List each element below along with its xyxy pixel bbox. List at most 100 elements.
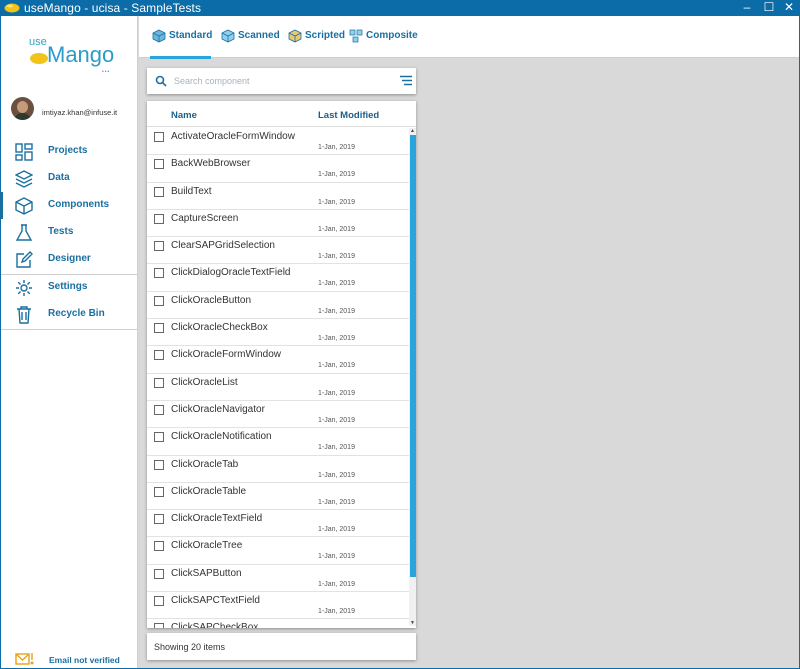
logo-name: Mango (47, 42, 115, 67)
last-modified-date: 1-Jan, 2019 (318, 471, 355, 479)
last-modified-date: 1-Jan, 2019 (318, 444, 355, 452)
row-checkbox[interactable] (154, 541, 164, 552)
list-item[interactable]: ClickSAPCTextField 1-Jan, 2019 (147, 592, 409, 620)
sidebar-item-designer[interactable]: Designer (1, 246, 138, 273)
last-modified-date: 1-Jan, 2019 (318, 335, 355, 343)
last-modified-date: 1-Jan, 2019 (318, 580, 355, 588)
sidebar: use Mango ••• imtiyaz.khan@infuse.it Pro… (0, 16, 138, 668)
user-profile[interactable]: imtiyaz.khan@infuse.it (11, 97, 136, 121)
row-checkbox[interactable] (154, 186, 164, 197)
column-header-last-modified[interactable]: Last Modified (318, 110, 379, 121)
row-checkbox[interactable] (154, 459, 164, 470)
list-item[interactable]: ClickSAPCheckBox (147, 619, 409, 628)
sidebar-divider (1, 329, 138, 330)
row-checkbox[interactable] (154, 486, 164, 497)
row-checkbox[interactable] (154, 623, 164, 628)
sidebar-item-recycle-bin[interactable]: Recycle Bin (1, 301, 138, 328)
row-checkbox[interactable] (154, 268, 164, 279)
sidebar-item-label: Tests (48, 226, 74, 237)
list-item[interactable]: BuildText 1-Jan, 2019 (147, 183, 409, 210)
logo-dots: ••• (102, 69, 111, 75)
email-verification-status[interactable]: Email not verified (15, 652, 135, 668)
component-name: ClickSAPButton (171, 567, 242, 579)
component-name: ClickOracleTextField (171, 513, 263, 525)
component-name: BackWebBrowser (171, 158, 251, 170)
row-checkbox[interactable] (154, 295, 164, 306)
last-modified-date: 1-Jan, 2019 (318, 307, 355, 315)
row-checkbox[interactable] (154, 213, 164, 224)
list-item[interactable]: ClickOracleTextField 1-Jan, 2019 (147, 510, 409, 538)
row-checkbox[interactable] (154, 404, 164, 415)
sidebar-item-settings[interactable]: Settings (1, 274, 138, 301)
logo-mango-shape (30, 53, 48, 64)
component-name: ClickOracleButton (171, 294, 252, 306)
list-item[interactable]: ClickOracleCheckBox 1-Jan, 2019 (147, 319, 409, 347)
sidebar-item-components[interactable]: Components (0, 192, 138, 219)
minimize-button[interactable]: – (736, 0, 758, 16)
list-footer: Showing 20 items (147, 633, 416, 660)
edit-icon (16, 251, 33, 268)
list-header: Name Last Modified (147, 101, 416, 127)
component-name: ClickOracleNavigator (171, 403, 265, 415)
email-status-label: Email not verified (49, 655, 120, 665)
row-checkbox[interactable] (154, 514, 164, 525)
sidebar-item-label: Settings (48, 281, 88, 292)
list-item[interactable]: ClickDialogOracleTextField 1-Jan, 2019 (147, 264, 409, 292)
sidebar-item-label: Designer (48, 253, 91, 264)
scroll-down-arrow-icon[interactable]: ▼ (409, 620, 416, 626)
usemango-logo[interactable]: use Mango ••• (29, 36, 119, 75)
list-item[interactable]: ClickOracleTab 1-Jan, 2019 (147, 456, 409, 483)
search-bar (147, 68, 416, 94)
sidebar-item-label: Data (48, 172, 70, 183)
tab-label: Standard (169, 30, 213, 41)
list-item[interactable]: ClickOracleFormWindow 1-Jan, 2019 (147, 346, 409, 374)
last-modified-date: 1-Jan, 2019 (318, 389, 355, 397)
list-item[interactable]: ClickOracleNotification 1-Jan, 2019 (147, 428, 409, 456)
scrollbar-thumb[interactable] (410, 135, 416, 577)
last-modified-date: 1-Jan, 2019 (318, 416, 355, 424)
list-scrollbar[interactable]: ▲ ▼ (409, 128, 416, 626)
list-item[interactable]: ClickOracleList 1-Jan, 2019 (147, 374, 409, 401)
row-checkbox[interactable] (154, 596, 164, 607)
close-button[interactable]: ✕ (778, 0, 800, 16)
maximize-button[interactable]: ☐ (758, 0, 780, 16)
sidebar-item-projects[interactable]: Projects (1, 138, 138, 165)
row-checkbox[interactable] (154, 377, 164, 388)
list-item[interactable]: BackWebBrowser 1-Jan, 2019 (147, 155, 409, 183)
row-checkbox[interactable] (154, 350, 164, 361)
row-checkbox[interactable] (154, 132, 164, 142)
row-checkbox[interactable] (154, 323, 164, 334)
list-item[interactable]: ClickSAPButton 1-Jan, 2019 (147, 565, 409, 593)
component-type-tabs: Standard Scanned Scripted Composite (139, 16, 799, 58)
column-header-name[interactable]: Name (171, 110, 197, 121)
sidebar-item-tests[interactable]: Tests (1, 219, 138, 246)
list-item[interactable]: ClickOracleNavigator 1-Jan, 2019 (147, 401, 409, 429)
cube-icon (15, 197, 33, 215)
row-checkbox[interactable] (154, 241, 164, 252)
list-item[interactable]: ClickOracleButton 1-Jan, 2019 (147, 292, 409, 320)
list-item[interactable]: ClearSAPGridSelection 1-Jan, 2019 (147, 237, 409, 265)
component-name: CaptureScreen (171, 212, 239, 224)
list-item[interactable]: CaptureScreen 1-Jan, 2019 (147, 210, 409, 238)
sidebar-item-data[interactable]: Data (1, 165, 138, 192)
logo-prefix: use (29, 36, 47, 48)
row-checkbox[interactable] (154, 568, 164, 579)
search-icon[interactable] (155, 75, 167, 87)
list-item[interactable]: ClickOracleTable 1-Jan, 2019 (147, 483, 409, 511)
last-modified-date: 1-Jan, 2019 (318, 608, 355, 616)
filter-icon[interactable] (400, 75, 412, 86)
component-name: ClickOracleNotification (171, 431, 272, 443)
row-checkbox[interactable] (154, 432, 164, 443)
scanned-cube-icon (221, 29, 235, 43)
active-tab-indicator (150, 56, 211, 59)
row-checkbox[interactable] (154, 159, 164, 170)
scroll-up-arrow-icon[interactable]: ▲ (409, 128, 416, 134)
search-input[interactable] (174, 73, 374, 89)
component-name: ClickDialogOracleTextField (171, 267, 291, 279)
list-item[interactable]: ClickOracleTree 1-Jan, 2019 (147, 537, 409, 565)
scripted-cube-icon (288, 29, 302, 43)
last-modified-date: 1-Jan, 2019 (318, 144, 355, 151)
list-item[interactable]: ActivateOracleFormWindow 1-Jan, 2019 (147, 128, 409, 156)
last-modified-date: 1-Jan, 2019 (318, 253, 355, 261)
last-modified-date: 1-Jan, 2019 (318, 362, 355, 370)
